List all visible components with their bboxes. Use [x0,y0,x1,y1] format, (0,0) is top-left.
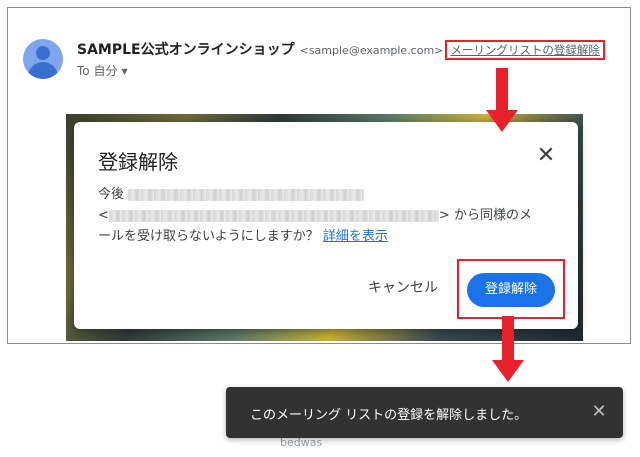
caret-down-icon[interactable]: ▼ [121,67,127,76]
cancel-button[interactable]: キャンセル [361,272,445,304]
recipient-line[interactable]: To 自分 ▼ [77,63,128,80]
unsubscribe-link[interactable]: メーリングリストの登録解除 [445,40,605,60]
confirm-button-highlight: 登録解除 [457,259,565,319]
redacted-sender-email [108,209,439,222]
dialog-message-line-3: ールを受け取らないようにしますか？ 詳細を表示 [98,229,388,244]
recipient-label: To 自分 [77,64,118,78]
dialog-message: 今後 < > から同様のメ ールを受け取らないようにしますか？ 詳細を表示 [98,184,562,247]
toast-message: このメーリング リストの登録を解除しました。 [250,408,528,423]
unsubscribe-dialog: 登録解除 ✕ 今後 < > から同様のメ ールを受け取らないようにしますか？ 詳細… [74,122,578,329]
sender-name: SAMPLE公式オンラインショップ [77,42,295,58]
annotation-arrow-down-icon [486,68,518,132]
dialog-message-line-2: < > から同様のメ [98,208,532,223]
redacted-sender-name [128,188,365,201]
sender-email: <sample@example.com> [299,44,444,57]
unsubscribe-confirm-button[interactable]: 登録解除 [467,273,555,307]
sender-avatar [23,39,63,79]
sender-line: SAMPLE公式オンラインショップ <sample@example.com> メーリ… [77,40,605,60]
dialog-title: 登録解除 [98,150,178,174]
dialog-message-line-1: 今後 [98,184,562,205]
unsubscribed-toast: このメーリング リストの登録を解除しました。 ✕ [226,387,623,438]
avatar-body-shape [28,62,58,79]
close-icon[interactable]: ✕ [588,401,610,423]
details-link[interactable]: 詳細を表示 [323,229,388,244]
annotation-arrow-down-icon [492,316,524,382]
close-icon[interactable]: ✕ [534,144,558,168]
avatar-head-shape [36,46,50,60]
